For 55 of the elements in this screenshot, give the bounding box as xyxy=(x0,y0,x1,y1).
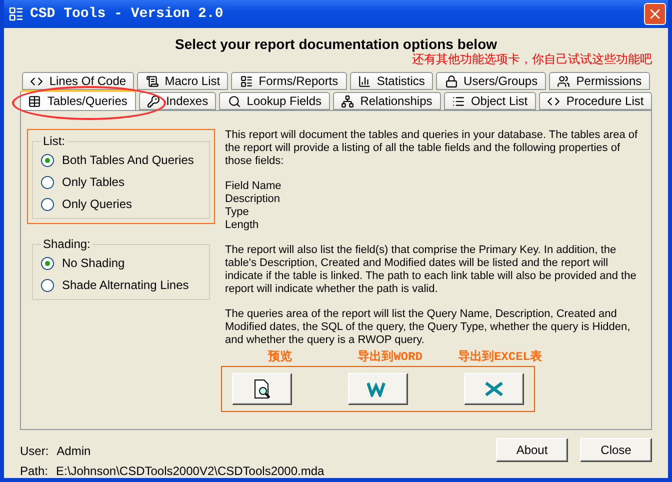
document-magnifier-icon xyxy=(252,379,272,399)
radio-option[interactable]: Only Queries xyxy=(41,196,201,212)
tab[interactable]: Procedure List xyxy=(538,92,652,110)
dialog-button[interactable]: About xyxy=(496,438,568,462)
tab[interactable]: Users/Groups xyxy=(436,72,546,90)
users-icon xyxy=(557,74,570,88)
radio-option[interactable]: Shade Alternating Lines xyxy=(41,277,201,293)
tab[interactable]: Indexes xyxy=(138,92,216,110)
tab[interactable]: Tables/Queries xyxy=(20,90,136,110)
field-name: Length xyxy=(225,219,260,232)
group-title: Shading: xyxy=(42,237,92,251)
close-button[interactable] xyxy=(644,3,666,25)
tab[interactable]: Permissions xyxy=(548,72,650,90)
radio-option[interactable]: No Shading xyxy=(41,255,201,271)
annotation-label: 导出到WORD xyxy=(356,351,424,364)
description-paragraph: This report will document the tables and queries in your database. The tables area of the report will provide a listing of all the table fields and the following properties of those fields: xyxy=(225,129,639,168)
description-paragraph: The queries area of the report will list the Query Name, Description, Created and Modified dates, the SQL of the query, the Query Type, whether the query is Hidden, and whether the query is a RWOP query. xyxy=(225,308,632,347)
status-label: User: xyxy=(20,444,49,458)
annotation-label: 预览 xyxy=(266,351,293,364)
key-icon xyxy=(147,94,160,108)
export-button[interactable] xyxy=(232,373,292,405)
tab[interactable]: Lookup Fields xyxy=(219,92,330,110)
list-icon xyxy=(452,94,465,108)
radio-option[interactable]: Both Tables And Queries xyxy=(41,152,201,168)
description-paragraph: The report will also list the field(s) that comprise the Primary Key. In addition, the table's Description, Created and Modified dates will be listed and the report will indicate if the table is linked. The path to each link table will also be provided and the report will indicate whether the path is valid. xyxy=(225,244,638,296)
annotation-note: 还有其他功能选项卡，你自己试试这些功能吧 xyxy=(411,52,652,68)
group-title: List: xyxy=(42,134,66,148)
tab[interactable]: Statistics xyxy=(350,72,434,90)
hierarchy-icon xyxy=(341,94,354,108)
tab[interactable]: Forms/Reports xyxy=(231,72,346,90)
field-name: Field Name xyxy=(225,180,282,193)
excel-logo-icon xyxy=(483,381,505,397)
radio-option[interactable]: Only Tables xyxy=(41,174,201,190)
tab[interactable]: Object List xyxy=(444,92,536,110)
export-button[interactable] xyxy=(464,373,524,405)
tab[interactable]: Relationships xyxy=(332,92,441,110)
export-button[interactable] xyxy=(348,373,408,405)
field-name: Description xyxy=(225,193,282,206)
app-icon xyxy=(8,6,24,22)
status-value: E:\Johnson\CSDTools2000V2\CSDTools2000.mda xyxy=(56,464,324,478)
window-title: CSD Tools - Version 2.0 xyxy=(30,6,224,22)
magnifier-icon xyxy=(228,94,241,108)
status-label: Path: xyxy=(20,464,48,478)
table-icon xyxy=(28,94,42,108)
dialog-button[interactable]: Close xyxy=(580,438,652,462)
heading: Select your report documentation options below xyxy=(174,36,498,52)
field-name: Type xyxy=(225,206,250,219)
scroll-icon xyxy=(146,74,159,88)
lock-icon xyxy=(444,74,458,88)
chart-icon xyxy=(358,74,371,88)
status-value: Admin xyxy=(56,444,91,458)
tab[interactable]: Macro List xyxy=(137,72,228,90)
form-icon xyxy=(240,74,253,88)
tab[interactable]: Lines Of Code xyxy=(22,72,134,90)
annotation-label: 导出到EXCEL表 xyxy=(456,351,543,364)
